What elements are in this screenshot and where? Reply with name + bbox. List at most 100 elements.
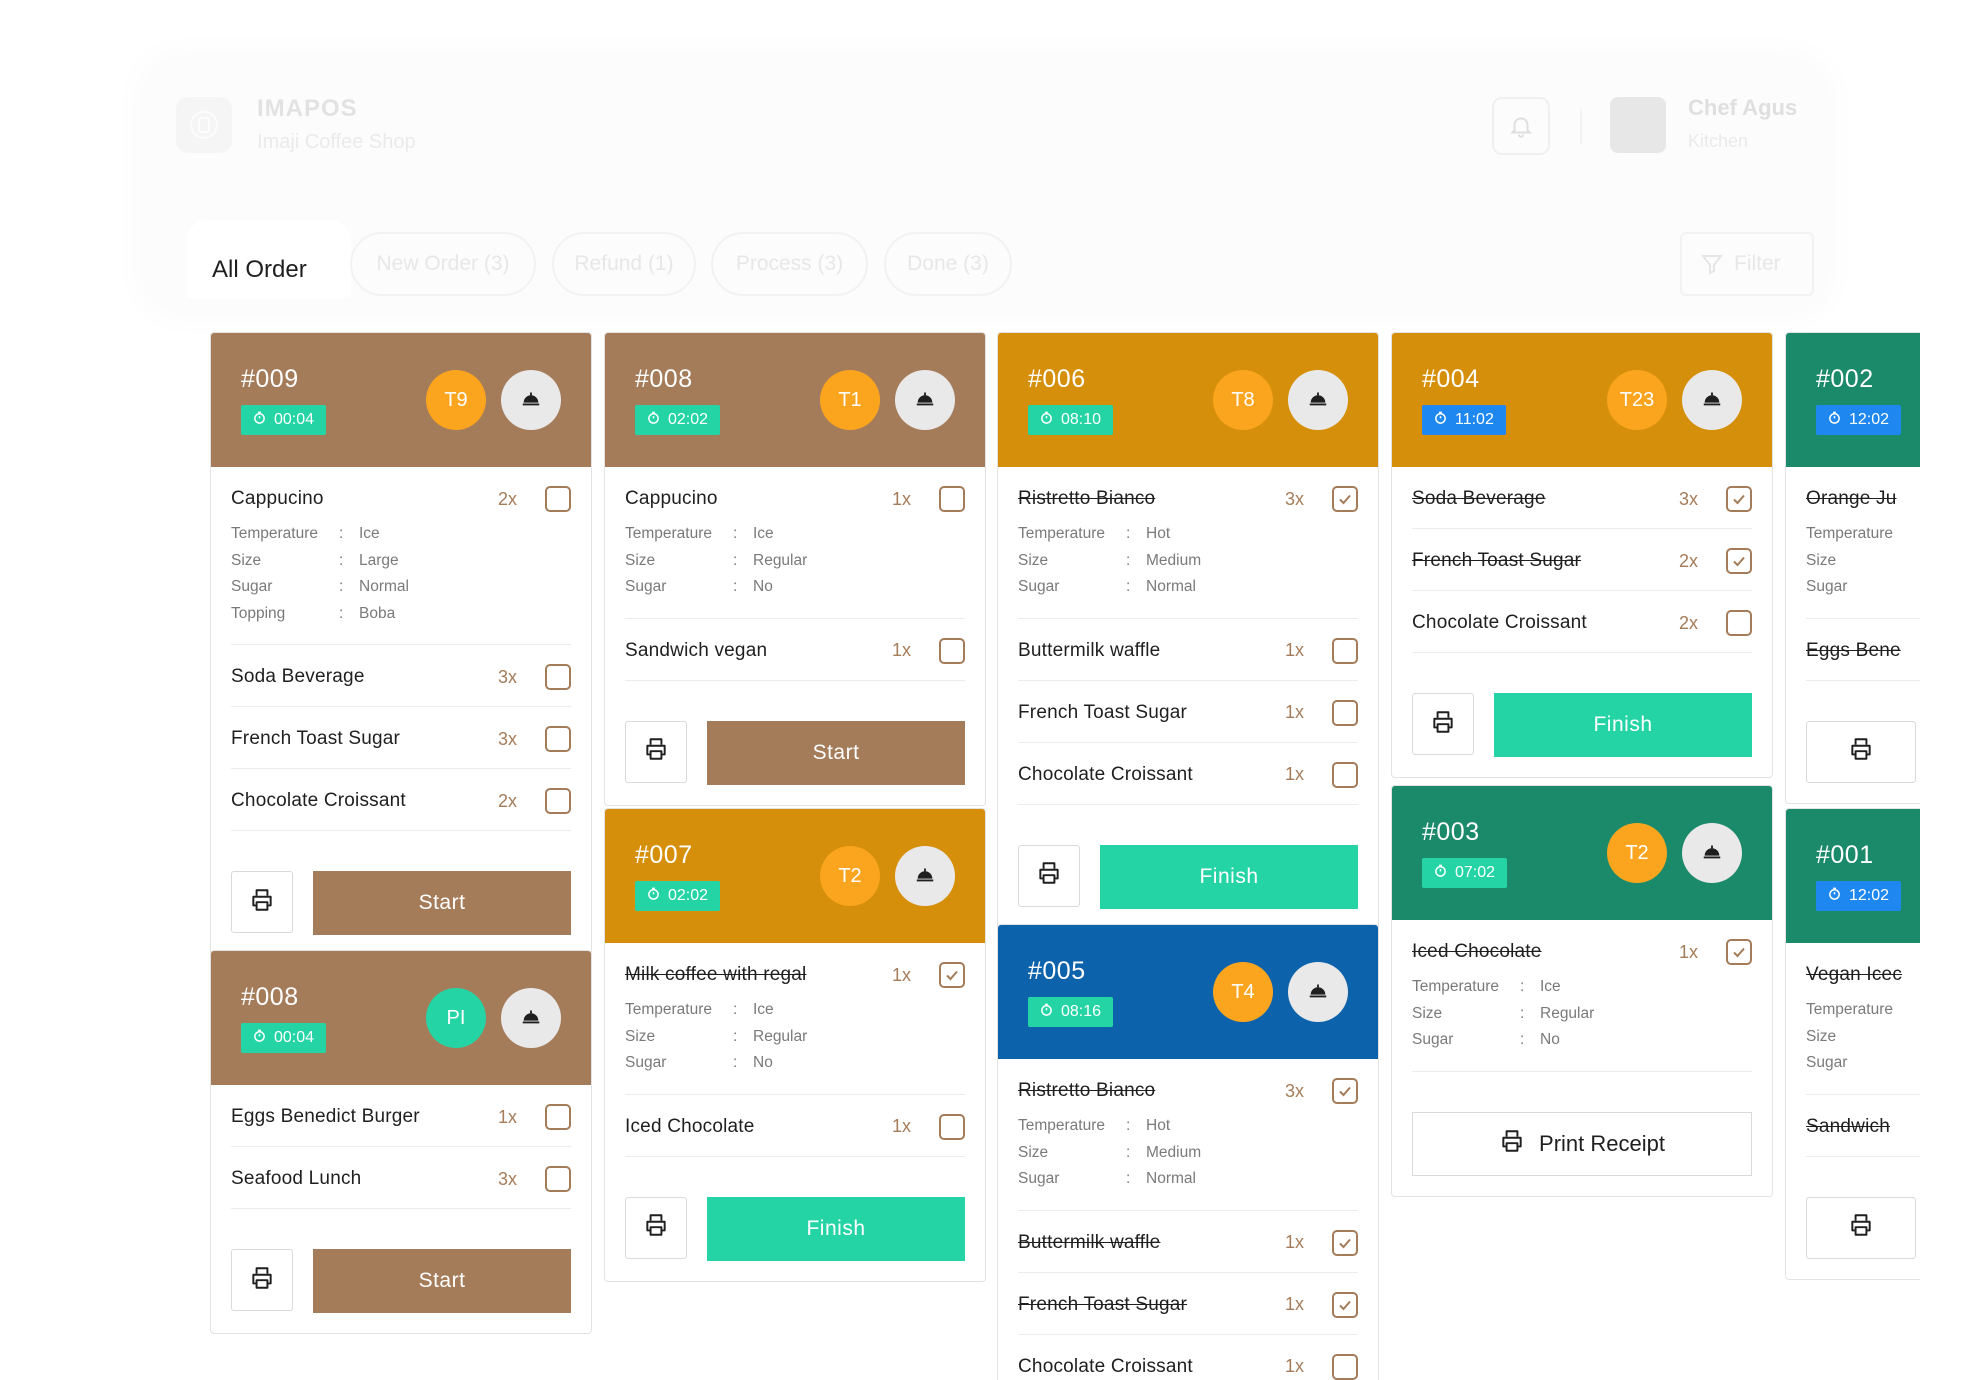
modifier-value: Hot — [1146, 1117, 1171, 1135]
service-bell-icon — [1307, 387, 1329, 414]
modifier-row: Temperature: Hot — [1018, 1113, 1358, 1140]
modifier-row: Temperature: Ice — [625, 521, 965, 548]
print-button[interactable] — [1806, 720, 1916, 783]
item-checkbox[interactable] — [545, 726, 571, 752]
serve-bell-button[interactable] — [1288, 962, 1348, 1022]
modifier-key: Sugar — [1018, 578, 1060, 596]
item-checkbox[interactable] — [939, 1113, 965, 1140]
print-button[interactable] — [1806, 1196, 1916, 1259]
modifier-colon: : — [1126, 578, 1131, 596]
print-button[interactable] — [625, 1196, 687, 1259]
modifier-row: Temperature — [1806, 521, 1920, 548]
order-item-row: Vegan Icec — [1806, 963, 1920, 987]
order-card: #009 00:04 T9 Cappucino 2x Temperature: Ice Siz… — [210, 332, 592, 956]
modifier-key: Sugar — [625, 578, 667, 596]
order-item: Eggs Benedict Burger 1x — [231, 1085, 571, 1147]
order-item-row: Cappucino 2x — [231, 486, 571, 512]
item-checkbox[interactable] — [939, 637, 965, 664]
item-checkbox-checked[interactable] — [1726, 486, 1752, 512]
timer-value: 08:16 — [1061, 1003, 1102, 1020]
service-bell-icon — [1701, 840, 1723, 867]
modifier-row: Sugar: Normal — [231, 574, 571, 601]
item-checkbox-checked[interactable] — [1726, 548, 1752, 574]
item-checkbox[interactable] — [545, 1166, 571, 1192]
item-checkbox-checked[interactable] — [1332, 1078, 1358, 1104]
order-timer: 00:04 — [241, 1023, 327, 1053]
order-actions — [1786, 681, 1920, 803]
modifier-row: Size — [1806, 1024, 1920, 1051]
item-checkbox[interactable] — [1332, 761, 1358, 788]
order-item: Chocolate Croissant 2x — [231, 769, 571, 831]
item-checkbox-checked[interactable] — [1332, 1291, 1358, 1318]
serve-bell-button[interactable] — [501, 370, 561, 430]
item-modifiers: Temperature: Hot Size: Medium Sugar: Normal — [1018, 1113, 1358, 1193]
modifier-key: Temperature — [625, 1001, 713, 1019]
order-timer: 02:02 — [635, 881, 721, 911]
order-item-row: Cappucino 1x — [625, 486, 965, 512]
item-checkbox-checked[interactable] — [1726, 939, 1752, 965]
order-actions: Finish — [998, 805, 1378, 929]
print-button[interactable] — [625, 720, 687, 783]
print-receipt-button[interactable]: Print Receipt — [1412, 1111, 1752, 1176]
print-button[interactable] — [231, 871, 293, 933]
order-timer: 12:02 — [1816, 881, 1902, 911]
modifier-value: Normal — [1146, 578, 1196, 596]
item-checkbox[interactable] — [1332, 1353, 1358, 1380]
modifier-value: Medium — [1146, 551, 1202, 569]
finish-button[interactable]: Finish — [1100, 844, 1358, 909]
serve-bell-button[interactable] — [1682, 370, 1742, 430]
item-checkbox[interactable] — [1332, 699, 1358, 726]
table-badge: T1 — [820, 370, 880, 430]
print-button[interactable] — [1018, 844, 1080, 907]
order-id: #005 — [1028, 957, 1086, 985]
item-checkbox-checked[interactable] — [939, 962, 965, 988]
start-button[interactable]: Start — [313, 1249, 571, 1313]
item-checkbox[interactable] — [1332, 637, 1358, 664]
order-items: Iced Chocolate 1x Temperature: Ice Size: Regu… — [1392, 920, 1772, 1072]
item-name: French Toast Sugar — [1018, 701, 1188, 723]
item-modifiers: Temperature: Ice Size: Regular Sugar: No — [625, 521, 965, 601]
serve-bell-button[interactable] — [501, 988, 561, 1048]
modifier-row: Temperature — [1806, 997, 1920, 1024]
order-item: Chocolate Croissant 2x — [1412, 591, 1752, 653]
printer-icon — [1499, 1128, 1525, 1160]
modifier-value: Regular — [753, 551, 808, 569]
start-button[interactable]: Start — [313, 871, 571, 935]
item-checkbox[interactable] — [1726, 610, 1752, 636]
item-modifiers: Temperature: Ice Size: Large Sugar: Normal Top… — [231, 521, 571, 627]
serve-bell-button[interactable] — [1288, 370, 1348, 430]
order-card-header: #006 08:10 T8 — [998, 333, 1378, 467]
modifier-value: No — [753, 1054, 773, 1072]
order-item-row: Soda Beverage 3x — [231, 664, 571, 690]
item-modifiers: Temperature: Ice Size: Regular Sugar: No — [1412, 974, 1752, 1054]
timer-value: 02:02 — [668, 411, 709, 428]
print-button[interactable] — [231, 1249, 293, 1311]
modifier-colon: : — [1126, 1117, 1131, 1135]
serve-bell-button[interactable] — [1682, 823, 1742, 883]
item-checkbox[interactable] — [545, 1104, 571, 1130]
order-id: #009 — [241, 365, 299, 393]
item-name: French Toast Sugar — [231, 728, 401, 749]
print-button[interactable] — [1412, 693, 1474, 755]
finish-button[interactable]: Finish — [707, 1196, 965, 1261]
timer-value: 02:02 — [668, 887, 709, 904]
modifier-colon: : — [1126, 525, 1131, 543]
item-checkbox-checked[interactable] — [1332, 1229, 1358, 1256]
order-item-row: Chocolate Croissant 1x — [1018, 1353, 1358, 1380]
order-item-row: Buttermilk waffle 1x — [1018, 1229, 1358, 1256]
serve-bell-button[interactable] — [895, 846, 955, 906]
modifier-colon: : — [339, 578, 344, 596]
serve-bell-button[interactable] — [895, 370, 955, 430]
item-checkbox[interactable] — [545, 788, 571, 814]
item-checkbox-checked[interactable] — [1332, 486, 1358, 512]
order-card: #004 11:02 T23 Soda Beverage 3x French Toast … — [1391, 332, 1773, 778]
start-button[interactable]: Start — [707, 720, 965, 785]
finish-button[interactable]: Finish — [1494, 693, 1752, 757]
order-item-row: French Toast Sugar 1x — [1018, 1291, 1358, 1318]
item-checkbox[interactable] — [545, 486, 571, 512]
item-checkbox[interactable] — [545, 664, 571, 690]
modifier-row: Size: Regular — [1412, 1001, 1752, 1028]
item-checkbox[interactable] — [939, 486, 965, 512]
modifier-colon: : — [733, 578, 738, 596]
modifier-row: Size: Regular — [625, 1024, 965, 1051]
